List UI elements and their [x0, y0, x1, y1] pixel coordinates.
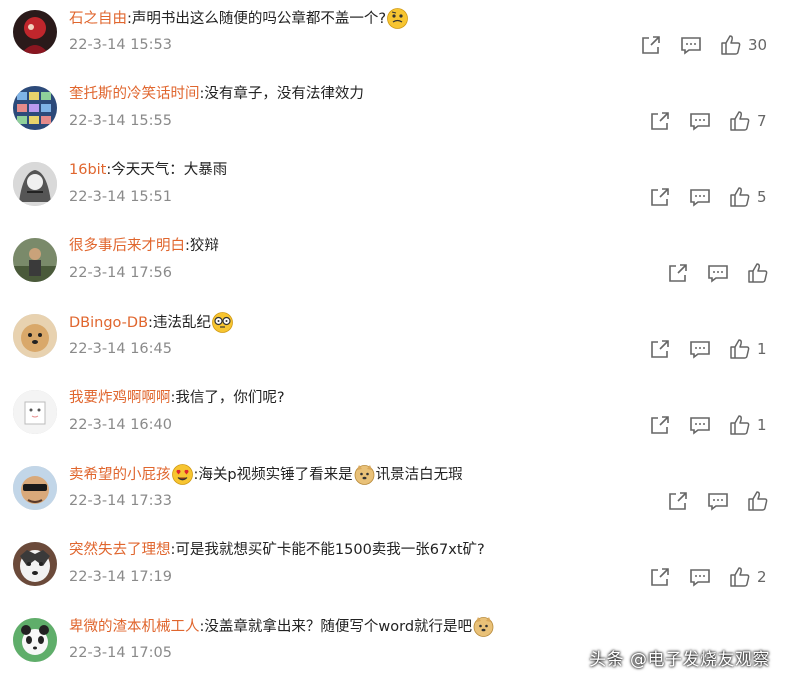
comment-item: DBingo-DB: 违法乱纪 22-3-14 16:45 1	[0, 304, 788, 380]
like-icon[interactable]	[729, 110, 751, 132]
comment-item: 我要炸鸡啊啊啊: 我信了，你们呢? 22-3-14 16:40 1	[0, 380, 788, 456]
like-count: 7	[757, 112, 767, 130]
comment-actions: 2	[649, 566, 767, 588]
comment-text: 没盖章就拿出来？随便写个word就行是吧	[204, 618, 473, 635]
share-icon[interactable]	[649, 566, 671, 588]
comment-line: 卑微的渣本机械工人: 没盖章就拿出来？随便写个word就行是吧	[69, 616, 495, 637]
timestamp: 22-3-14 17:05	[69, 645, 172, 661]
timestamp: 22-3-14 17:56	[69, 265, 172, 281]
avatar[interactable]	[13, 10, 57, 54]
timestamp: 22-3-14 15:51	[69, 189, 172, 205]
like-icon[interactable]	[729, 414, 751, 436]
comment-actions	[667, 262, 785, 284]
username-link[interactable]: 石之自由	[69, 9, 127, 29]
username-link[interactable]: 很多事后来才明白	[69, 236, 185, 256]
reply-icon[interactable]	[689, 186, 711, 208]
comment-text: 声明书出这么随便的吗公章都不盖一个?	[131, 10, 387, 27]
comment-item: 突然失去了理想: 可是我就想买矿卡能不能1500卖我一张67xt矿? 22-3-1…	[0, 532, 788, 608]
avatar[interactable]	[13, 86, 57, 130]
share-icon[interactable]	[649, 186, 671, 208]
comment-actions	[667, 490, 785, 512]
comment-text: 狡辩	[189, 238, 219, 254]
timestamp: 22-3-14 17:33	[69, 493, 172, 509]
like-count: 5	[757, 188, 767, 206]
comment-actions: 5	[649, 186, 767, 208]
comment-text: :海关p视频实锤了看来是	[193, 466, 353, 483]
comment-item: 卖希望的小屁孩 :海关p视频实锤了看来是 讯景洁白无瑕 22-3-14 17:3…	[0, 456, 788, 532]
comment-item: 石之自由: 声明书出这么随便的吗公章都不盖一个? 22-3-14 15:53 30	[0, 0, 788, 76]
username-link[interactable]: 突然失去了理想	[69, 540, 171, 560]
comment-line: 突然失去了理想: 可是我就想买矿卡能不能1500卖我一张67xt矿?	[69, 540, 485, 560]
comment-line: DBingo-DB: 违法乱纪	[69, 312, 234, 333]
comment-text: 没有章子，没有法律效力	[204, 86, 364, 102]
like-icon[interactable]	[729, 186, 751, 208]
like-count: 30	[748, 36, 768, 54]
timestamp: 22-3-14 15:53	[69, 37, 172, 53]
comment-text: 今天天气：大暴雨	[111, 162, 228, 178]
share-icon[interactable]	[667, 262, 689, 284]
share-icon[interactable]	[649, 414, 671, 436]
timestamp: 22-3-14 17:19	[69, 569, 172, 585]
timestamp: 22-3-14 16:40	[69, 417, 172, 433]
comment-text: 我信了，你们呢?	[175, 390, 285, 406]
username-link[interactable]: 卑微的渣本机械工人	[69, 617, 200, 637]
reply-icon[interactable]	[689, 110, 711, 132]
share-icon[interactable]	[649, 338, 671, 360]
comment-line: 卖希望的小屁孩 :海关p视频实锤了看来是 讯景洁白无瑕	[69, 464, 463, 485]
like-count: 1	[757, 340, 767, 358]
comment-line: 奎托斯的冷笑话时间: 没有章子，没有法律效力	[69, 84, 364, 104]
like-icon[interactable]	[747, 490, 769, 512]
avatar[interactable]	[13, 466, 57, 510]
reply-icon[interactable]	[707, 262, 729, 284]
avatar[interactable]	[13, 314, 57, 358]
reply-icon[interactable]	[707, 490, 729, 512]
timestamp: 22-3-14 16:45	[69, 341, 172, 357]
avatar[interactable]	[13, 162, 57, 206]
share-icon[interactable]	[640, 34, 662, 56]
comment-line: 16bit: 今天天气：大暴雨	[69, 160, 227, 180]
avatar[interactable]	[13, 238, 57, 282]
comment-line: 很多事后来才明白: 狡辩	[69, 236, 219, 256]
comment-line: 石之自由: 声明书出这么随便的吗公章都不盖一个?	[69, 8, 409, 29]
like-icon[interactable]	[747, 262, 769, 284]
comment-item: 16bit: 今天天气：大暴雨 22-3-14 15:51 5	[0, 152, 788, 228]
comment-text: 违法乱纪	[152, 314, 211, 331]
comment-text-continued: 讯景洁白无瑕	[375, 466, 463, 483]
comment-actions: 1	[649, 414, 767, 436]
like-icon[interactable]	[720, 34, 742, 56]
avatar[interactable]	[13, 618, 57, 662]
comment-item: 很多事后来才明白: 狡辩 22-3-14 17:56	[0, 228, 788, 304]
avatar[interactable]	[13, 542, 57, 586]
reply-icon[interactable]	[689, 338, 711, 360]
like-count: 2	[757, 568, 767, 586]
doge-emoji	[354, 464, 375, 485]
thinking-face-emoji	[387, 8, 408, 29]
share-icon[interactable]	[667, 490, 689, 512]
username-link[interactable]: 奎托斯的冷笑话时间	[69, 84, 200, 104]
glasses-face-emoji	[212, 312, 233, 333]
like-icon[interactable]	[729, 566, 751, 588]
doge-emoji	[473, 616, 494, 637]
reply-icon[interactable]	[689, 566, 711, 588]
comment-text: 可是我就想买矿卡能不能1500卖我一张67xt矿?	[175, 542, 485, 558]
like-icon[interactable]	[729, 338, 751, 360]
share-icon[interactable]	[649, 110, 671, 132]
reply-icon[interactable]	[680, 34, 702, 56]
comment-item: 奎托斯的冷笑话时间: 没有章子，没有法律效力 22-3-14 15:55 7	[0, 76, 788, 152]
comment-actions: 1	[649, 338, 767, 360]
username-link[interactable]: 我要炸鸡啊啊啊	[69, 388, 171, 408]
like-count: 1	[757, 416, 767, 434]
reply-icon[interactable]	[689, 414, 711, 436]
comment-actions: 30	[640, 34, 767, 56]
comment-actions: 7	[649, 110, 767, 132]
username-link[interactable]: DBingo-DB	[69, 313, 148, 333]
username-link[interactable]: 卖希望的小屁孩	[69, 465, 171, 485]
comment-line: 我要炸鸡啊啊啊: 我信了，你们呢?	[69, 388, 285, 408]
watermark: 头条 @电子发烧友观察	[589, 650, 770, 670]
heart-eyes-emoji	[171, 464, 193, 485]
username-link[interactable]: 16bit	[69, 160, 106, 180]
timestamp: 22-3-14 15:55	[69, 113, 172, 129]
avatar[interactable]	[13, 390, 57, 434]
